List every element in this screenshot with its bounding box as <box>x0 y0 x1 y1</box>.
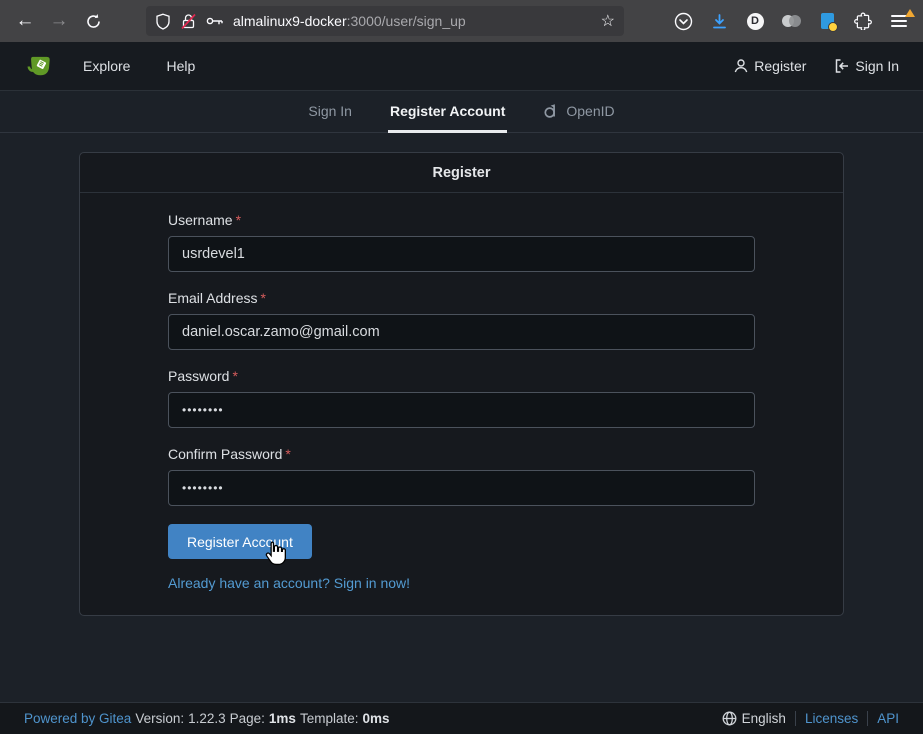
card-title: Register <box>80 153 843 193</box>
document-clock-icon <box>821 13 834 29</box>
url-text[interactable]: almalinux9-docker:3000/user/sign_up <box>233 13 592 29</box>
extension-circles-button[interactable] <box>773 5 809 37</box>
bookmark-star-icon[interactable]: ☆ <box>601 11 615 31</box>
required-mark: * <box>232 368 237 384</box>
pocket-icon <box>674 12 693 31</box>
gitea-logo[interactable] <box>24 51 55 82</box>
sign-in-icon <box>834 58 850 74</box>
username-input[interactable] <box>168 236 755 272</box>
forward-button[interactable]: → <box>42 5 76 37</box>
version-label: Version: <box>135 711 184 726</box>
username-label: Username* <box>168 212 755 228</box>
globe-icon <box>722 711 737 726</box>
register-card: Register Username* Email Address* Passwo… <box>79 152 844 616</box>
extension-d-icon: D <box>747 13 764 30</box>
browser-toolbar: ← → almalinux9-docker:3000/user/sign_up … <box>0 0 923 42</box>
footer-divider <box>795 711 796 726</box>
nav-explore[interactable]: Explore <box>83 58 130 74</box>
download-icon <box>711 13 728 30</box>
url-bar[interactable]: almalinux9-docker:3000/user/sign_up ☆ <box>146 6 624 36</box>
openid-icon <box>543 102 559 119</box>
auth-tab-strip: Sign In Register Account OpenID <box>0 91 923 133</box>
back-button[interactable]: ← <box>8 5 42 37</box>
url-path: :3000/user/sign_up <box>347 13 466 29</box>
licenses-link[interactable]: Licenses <box>805 711 858 726</box>
tab-sign-in[interactable]: Sign In <box>306 91 354 133</box>
key-passwords-icon[interactable] <box>206 14 224 28</box>
register-account-button[interactable]: Register Account <box>168 524 312 559</box>
nav-sign-in[interactable]: Sign In <box>834 58 899 74</box>
api-link[interactable]: API <box>877 711 899 726</box>
powered-by-gitea-link[interactable]: Powered by Gitea <box>24 711 131 726</box>
email-input[interactable] <box>168 314 755 350</box>
confirm-password-label: Confirm Password* <box>168 446 755 462</box>
reload-icon <box>85 13 102 30</box>
pocket-button[interactable] <box>665 5 701 37</box>
password-field-group: Password* <box>168 368 755 428</box>
puzzle-icon <box>854 12 872 30</box>
downloads-button[interactable] <box>701 5 737 37</box>
page-time-label: Page: <box>230 711 265 726</box>
extension-d-button[interactable]: D <box>737 5 773 37</box>
version-value: 1.22.3 <box>188 711 226 726</box>
nav-register[interactable]: Register <box>733 58 806 74</box>
footer-divider <box>867 711 868 726</box>
gitea-cup-icon <box>24 51 55 82</box>
template-time-value: 0ms <box>362 711 389 726</box>
language-selector[interactable]: English <box>722 711 786 726</box>
extension-toolbar: D <box>665 5 917 37</box>
register-form: Username* Email Address* Password* Confi… <box>80 193 843 615</box>
password-label: Password* <box>168 368 755 384</box>
nav-help[interactable]: Help <box>166 58 195 74</box>
required-mark: * <box>236 212 241 228</box>
sign-in-now-link[interactable]: Already have an account? Sign in now! <box>168 575 410 591</box>
reload-button[interactable] <box>76 5 110 37</box>
circles-icon <box>782 14 800 28</box>
tab-register-account[interactable]: Register Account <box>388 91 507 133</box>
shield-permissions-icon[interactable] <box>155 13 171 30</box>
url-host: almalinux9-docker <box>233 13 347 29</box>
update-badge-icon <box>905 9 915 17</box>
menu-button[interactable] <box>881 5 917 37</box>
password-input[interactable] <box>168 392 755 428</box>
email-field-group: Email Address* <box>168 290 755 350</box>
footer: Powered by Gitea Version: 1.22.3 Page: 1… <box>0 702 923 734</box>
person-icon <box>733 58 749 74</box>
gitea-navbar: Explore Help Register Sign In <box>0 42 923 91</box>
page-time-value: 1ms <box>269 711 296 726</box>
insecure-lock-icon[interactable] <box>180 13 197 30</box>
template-time-label: Template: <box>300 711 359 726</box>
confirm-password-input[interactable] <box>168 470 755 506</box>
extension-document-button[interactable] <box>809 5 845 37</box>
extensions-button[interactable] <box>845 5 881 37</box>
confirm-password-field-group: Confirm Password* <box>168 446 755 506</box>
tab-openid[interactable]: OpenID <box>541 91 616 133</box>
username-field-group: Username* <box>168 212 755 272</box>
required-mark: * <box>260 290 265 306</box>
required-mark: * <box>285 446 290 462</box>
email-label: Email Address* <box>168 290 755 306</box>
